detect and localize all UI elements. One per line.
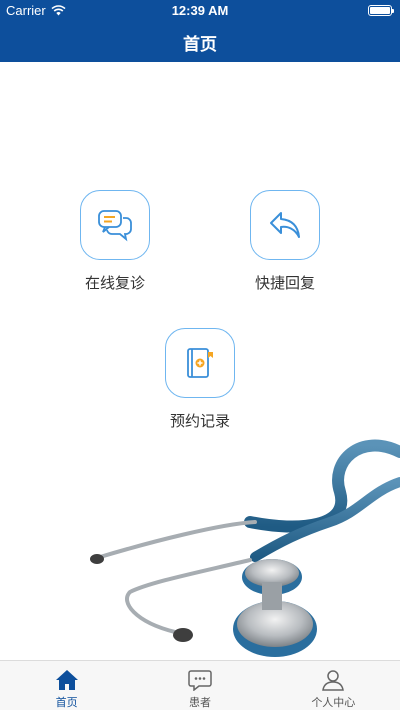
- home-icon: [55, 670, 78, 690]
- home-content: 在线复诊 快捷回复 预约记录: [0, 62, 400, 660]
- tab-home[interactable]: 首页: [0, 661, 133, 710]
- quick-reply-icon-frame: [250, 190, 320, 260]
- tab-patients-label: 患者: [188, 696, 211, 709]
- battery-icon: [368, 5, 394, 16]
- appointment-records-label: 预约记录: [169, 412, 230, 430]
- appointment-records-icon-frame: [165, 328, 235, 398]
- stethoscope-illustration: [90, 439, 400, 657]
- tab-profile-label: 个人中心: [311, 696, 356, 709]
- tab-patients[interactable]: 患者: [133, 661, 266, 710]
- quick-reply-button[interactable]: 快捷回复: [230, 190, 340, 293]
- chat-bubbles-icon: [98, 210, 132, 242]
- online-followup-button[interactable]: 在线复诊: [60, 190, 170, 293]
- status-bar: Carrier 12:39 AM: [0, 0, 400, 22]
- status-time: 12:39 AM: [171, 3, 229, 18]
- appointment-records-button[interactable]: 预约记录: [145, 328, 255, 431]
- quick-reply-label: 快捷回复: [254, 274, 315, 292]
- tab-home-label: 首页: [55, 696, 78, 709]
- medical-book-icon: [187, 348, 213, 378]
- person-icon: [322, 670, 345, 691]
- message-icon: [188, 670, 212, 691]
- tab-bar: 首页 患者 个人中心: [0, 660, 400, 710]
- battery-indicator: [368, 5, 394, 16]
- reply-arrow-icon: [270, 212, 300, 238]
- tab-profile[interactable]: 个人中心: [267, 661, 400, 710]
- app-header: Carrier 12:39 AM 首页: [0, 0, 400, 62]
- online-followup-icon-frame: [80, 190, 150, 260]
- online-followup-label: 在线复诊: [84, 274, 145, 292]
- page-title: 首页: [183, 35, 217, 55]
